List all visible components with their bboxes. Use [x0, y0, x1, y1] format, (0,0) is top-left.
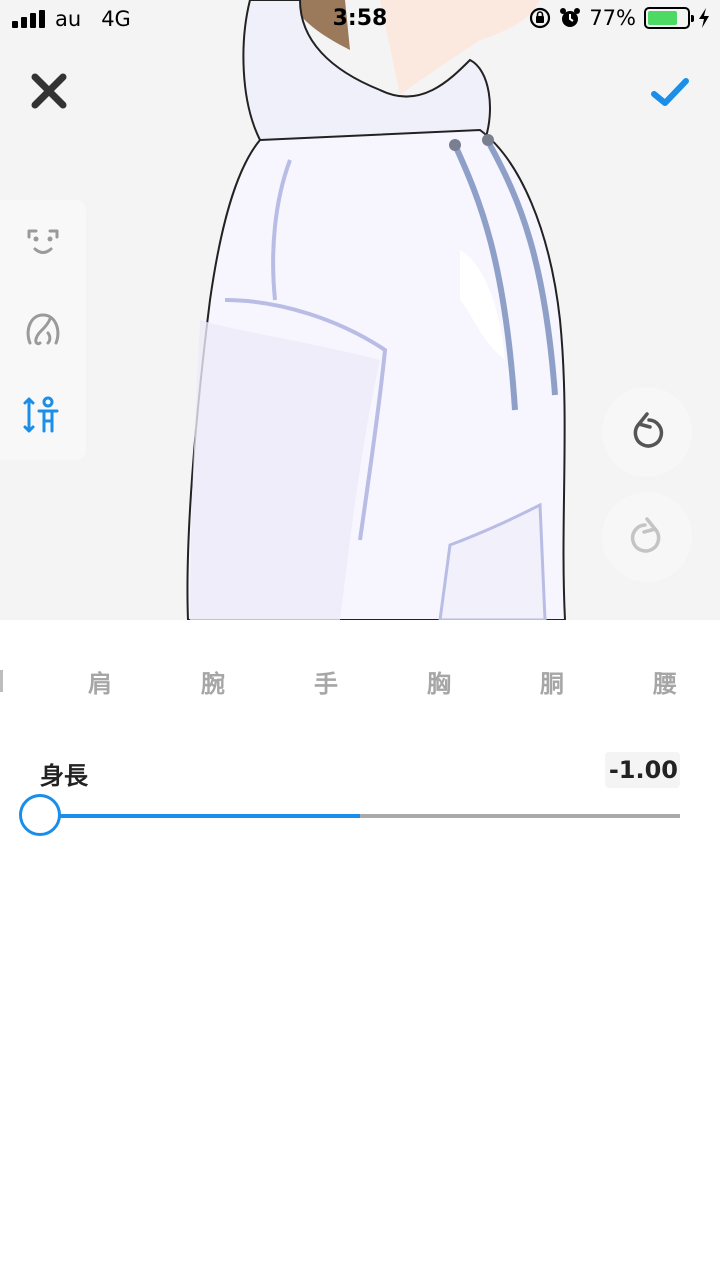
tab-chest[interactable]: 胸 [409, 664, 469, 699]
checkmark-icon [651, 78, 689, 106]
close-icon [31, 73, 67, 109]
redo-button[interactable] [602, 492, 692, 582]
face-icon [27, 229, 59, 254]
tab-partial-offscreen[interactable] [0, 670, 3, 692]
alarm-icon [560, 8, 581, 27]
tab-shoulder[interactable]: 肩 [70, 664, 130, 699]
battery-icon [644, 7, 694, 29]
parameter-value[interactable]: -1.00 [604, 752, 680, 788]
slider-fill [40, 814, 360, 818]
confirm-button[interactable] [648, 70, 692, 114]
close-button[interactable] [24, 66, 74, 116]
parameter-label: 身長 [40, 762, 88, 790]
tab-waist[interactable]: 腰 [635, 664, 695, 699]
orientation-lock-icon [530, 7, 551, 29]
body-part-tabs: 肩 腕 手 胸 胴 腰 [0, 620, 720, 744]
tab-torso[interactable]: 胴 [522, 664, 582, 699]
battery-level-fill [648, 11, 678, 25]
category-panel [0, 200, 86, 460]
battery-percent: 77% [589, 6, 636, 30]
category-body-height[interactable] [18, 390, 68, 440]
height-slider[interactable] [19, 794, 680, 836]
tab-arm[interactable]: 腕 [183, 664, 243, 699]
redo-icon [630, 517, 661, 553]
hair-icon [26, 313, 60, 346]
slider-thumb[interactable] [19, 794, 61, 836]
status-bar: au 4G 3:58 77% [0, 0, 720, 40]
charging-bolt-icon [699, 8, 709, 28]
tab-hand[interactable]: 手 [296, 664, 356, 699]
undo-icon [633, 412, 664, 448]
category-hair[interactable] [18, 305, 68, 355]
body-height-icon [23, 396, 59, 433]
undo-button[interactable] [602, 387, 692, 477]
category-face[interactable] [18, 218, 68, 268]
